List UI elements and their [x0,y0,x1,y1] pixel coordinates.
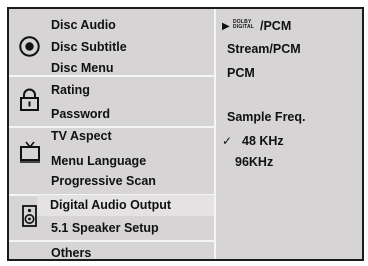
menu-item-5-1-speaker-setup[interactable]: 5.1 Speaker Setup [51,221,159,236]
menu-item-progressive-scan[interactable]: Progressive Scan [51,174,156,189]
dolby-logo: DOLBY DIGITAL [233,20,254,30]
checkmark-icon: ✓ [222,134,233,148]
option-dolby-pcm[interactable]: /PCM [260,19,291,34]
option-stream-pcm[interactable]: Stream/PCM [227,42,301,57]
menu-item-disc-audio[interactable]: Disc Audio [51,18,116,33]
selection-arrow-icon: ▶ [222,21,230,32]
option-48khz[interactable]: 48 KHz [242,134,284,149]
dolby-logo-bottom: DIGITAL [233,24,255,30]
option-pcm[interactable]: PCM [227,66,255,81]
tv-icon [19,141,41,168]
menu-item-digital-audio-output[interactable]: Digital Audio Output [37,195,214,216]
disc-icon [19,36,40,62]
menu-item-rating[interactable]: Rating [51,83,90,98]
sample-freq-title: Sample Freq. [227,110,306,124]
menu-item-menu-language[interactable]: Menu Language [51,154,146,169]
group-separator [9,240,214,242]
panel-divider [214,9,216,259]
padlock-icon [19,88,40,117]
speaker-icon [22,205,37,232]
option-96khz[interactable]: 96KHz [235,155,273,170]
menu-item-others[interactable]: Others [51,246,91,261]
menu-item-disc-menu[interactable]: Disc Menu [51,61,114,76]
menu-item-disc-subtitle[interactable]: Disc Subtitle [51,40,127,55]
dvd-setup-menu: Disc Audio Disc Subtitle Disc Menu Ratin… [7,7,364,261]
menu-item-password[interactable]: Password [51,107,110,122]
group-separator [9,126,214,128]
menu-item-tv-aspect[interactable]: TV Aspect [51,129,112,144]
